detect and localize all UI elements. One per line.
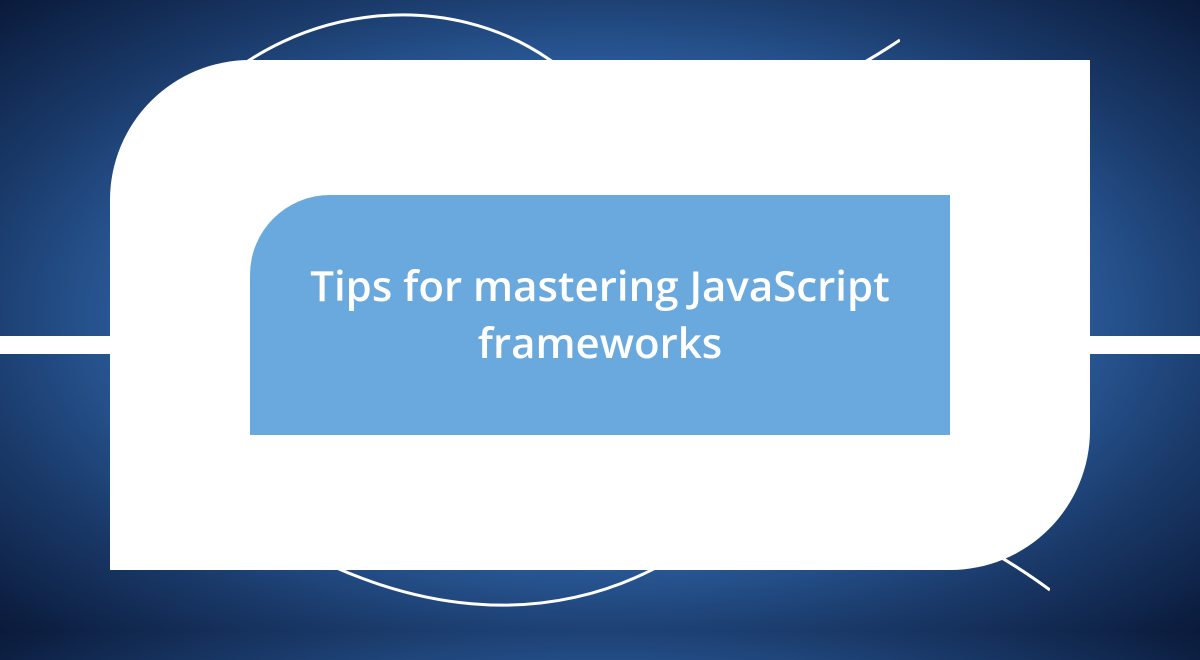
card-title: Tips for mastering JavaScript frameworks bbox=[290, 258, 910, 371]
title-panel: Tips for mastering JavaScript frameworks bbox=[250, 195, 950, 435]
